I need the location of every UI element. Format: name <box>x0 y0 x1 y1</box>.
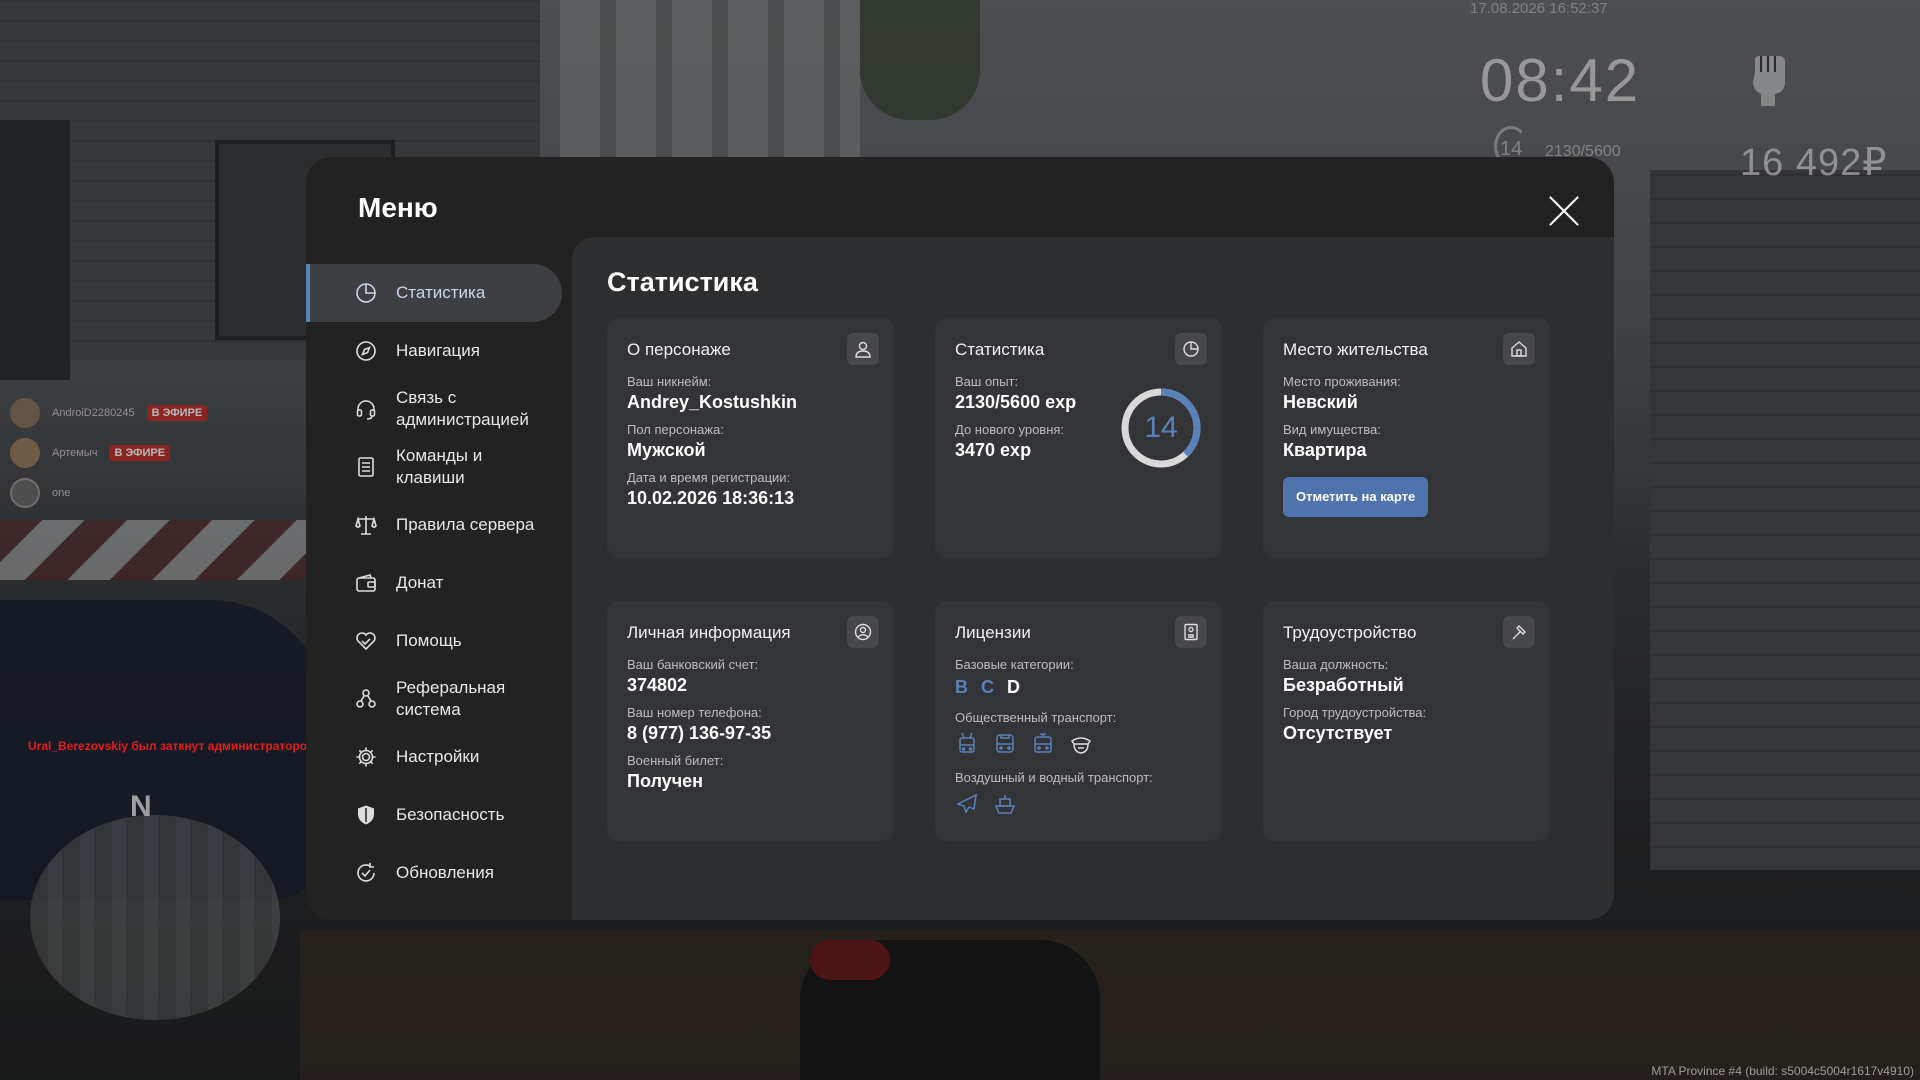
taxi-icon <box>1070 737 1092 754</box>
registration-value: 10.02.2026 18:36:13 <box>627 488 795 508</box>
personal-info-card: Личная информация Ваш банковский счет: 3… <box>607 601 894 841</box>
sidebar-item-help[interactable]: Помощь <box>306 612 562 670</box>
wallet-icon <box>354 571 378 595</box>
sidebar-item-commands[interactable]: Команды и клавиши <box>306 438 562 496</box>
scales-icon <box>354 513 378 537</box>
card-title: Лицензии <box>955 623 1031 642</box>
content-title: Статистика <box>607 267 758 297</box>
build-info: MTA Province #4 (build: s5004c5004r1617v… <box>1651 1064 1914 1078</box>
job-label: Ваша должность: <box>1283 657 1389 672</box>
military-id-label: Военный билет: <box>627 753 724 768</box>
base-categories-label: Базовые категории: <box>955 657 1074 672</box>
level-number: 14 <box>1144 411 1178 444</box>
property-label: Вид имущества: <box>1283 422 1381 437</box>
statistics-card: Статистика Ваш опыт: 2130/5600 exp До но… <box>935 318 1222 558</box>
handshake-heart-icon <box>354 629 378 653</box>
character-card: О персонаже Ваш никнейм: Andrey_Kostushk… <box>607 318 894 558</box>
gender-value: Мужской <box>627 440 706 460</box>
clock-pie-icon <box>1175 333 1207 365</box>
job-city-label: Город трудоустройства: <box>1283 705 1427 720</box>
bank-account-value: 374802 <box>627 675 688 695</box>
registration-label: Дата и время регистрации: <box>627 470 791 485</box>
public-transport-label: Общественный транспорт: <box>955 710 1117 725</box>
card-title: Место жительства <box>1283 340 1428 359</box>
plane-icon <box>956 793 977 814</box>
property-value: Квартира <box>1283 440 1367 460</box>
menu-title: Меню <box>358 192 438 223</box>
document-list-icon <box>354 455 378 479</box>
mark-on-map-button[interactable]: Отметить на карте <box>1283 477 1429 517</box>
residence-card: Место жительства Место проживания: Невск… <box>1263 318 1550 558</box>
sidebar-item-label: Навигация <box>396 341 480 360</box>
card-title: Статистика <box>955 340 1045 359</box>
sidebar-item-contact-admin[interactable]: Связь с администрацией <box>306 380 562 438</box>
refresh-check-icon <box>354 861 378 885</box>
boat-icon <box>994 795 1016 814</box>
sidebar-item-donate[interactable]: Донат <box>306 554 562 612</box>
license-category-d: D <box>1007 677 1020 697</box>
gear-icon <box>354 745 378 769</box>
close-button[interactable] <box>1546 193 1582 229</box>
sidebar-item-navigation[interactable]: Навигация <box>306 322 562 380</box>
sidebar-item-label: Помощь <box>396 631 462 650</box>
sidebar-item-label: Безопасность <box>396 805 505 824</box>
job-value: Безработный <box>1283 675 1404 695</box>
hammer-icon <box>1503 616 1535 648</box>
sidebar-item-label: Статистика <box>396 283 486 302</box>
public-transport-icons <box>955 732 1202 756</box>
job-city-value: Отсутствует <box>1283 723 1393 743</box>
exp-label: Ваш опыт: <box>955 374 1019 389</box>
military-id-value: Получен <box>627 771 704 791</box>
sidebar-item-label: Связь с администрацией <box>396 388 529 429</box>
sidebar-item-label: Обновления <box>396 863 494 882</box>
sidebar-item-label: Донат <box>396 573 444 592</box>
phone-label: Ваш номер телефона: <box>627 705 762 720</box>
sidebar-item-settings[interactable]: Настройки <box>306 728 562 786</box>
headset-icon <box>354 397 378 421</box>
sidebar-item-label: Настройки <box>396 747 480 766</box>
license-category-c: C <box>981 677 994 697</box>
trolleybus-icon <box>959 732 975 753</box>
sidebar-item-updates[interactable]: Обновления <box>306 844 562 902</box>
content-panel: Статистика О персонаже Ваш никнейм: Andr… <box>572 237 1614 920</box>
license-categories: B C D <box>955 677 1202 698</box>
air-water-transport-label: Воздушный и водный транспорт: <box>955 770 1153 785</box>
compass-icon <box>354 339 378 363</box>
bus-icon <box>996 734 1014 753</box>
id-card-icon <box>1175 616 1207 648</box>
sidebar-item-security[interactable]: Безопасность <box>306 786 562 844</box>
gender-label: Пол персонажа: <box>627 422 724 437</box>
bank-account-label: Ваш банковский счет: <box>627 657 759 672</box>
sidebar-item-referral[interactable]: Реферальная система <box>306 670 562 728</box>
nickname-value: Andrey_Kostushkin <box>627 392 798 412</box>
tram-icon <box>1034 733 1052 753</box>
sidebar-item-label: Команды и клавиши <box>396 446 483 487</box>
home-icon <box>1503 333 1535 365</box>
card-title: Трудоустройство <box>1283 623 1417 642</box>
people-network-icon <box>354 687 378 711</box>
shield-icon <box>354 803 378 827</box>
card-title: О персонаже <box>627 340 731 359</box>
nickname-label: Ваш никнейм: <box>627 374 712 389</box>
phone-value: 8 (977) 136-97-35 <box>627 723 772 743</box>
pie-chart-icon <box>354 281 378 305</box>
user-circle-icon <box>847 616 879 648</box>
user-icon <box>847 333 879 365</box>
employment-card: Трудоустройство Ваша должность: Безработ… <box>1263 601 1550 841</box>
sidebar-item-rules[interactable]: Правила сервера <box>306 496 562 554</box>
card-title: Личная информация <box>627 623 791 642</box>
residence-place-label: Место проживания: <box>1283 374 1401 389</box>
residence-place-value: Невский <box>1283 392 1358 412</box>
menu-modal: Меню Статистика Навигация Связь с админи… <box>306 157 1614 920</box>
sidebar-item-statistics[interactable]: Статистика <box>306 264 562 322</box>
sidebar-item-label: Правила сервера <box>396 515 535 534</box>
license-category-b: B <box>955 677 968 697</box>
licenses-card: Лицензии Базовые категории: B C D Общест… <box>935 601 1222 841</box>
air-water-transport-icons <box>955 792 1202 816</box>
sidebar: Статистика Навигация Связь с администрац… <box>306 264 562 902</box>
sidebar-item-label: Реферальная система <box>396 678 506 719</box>
